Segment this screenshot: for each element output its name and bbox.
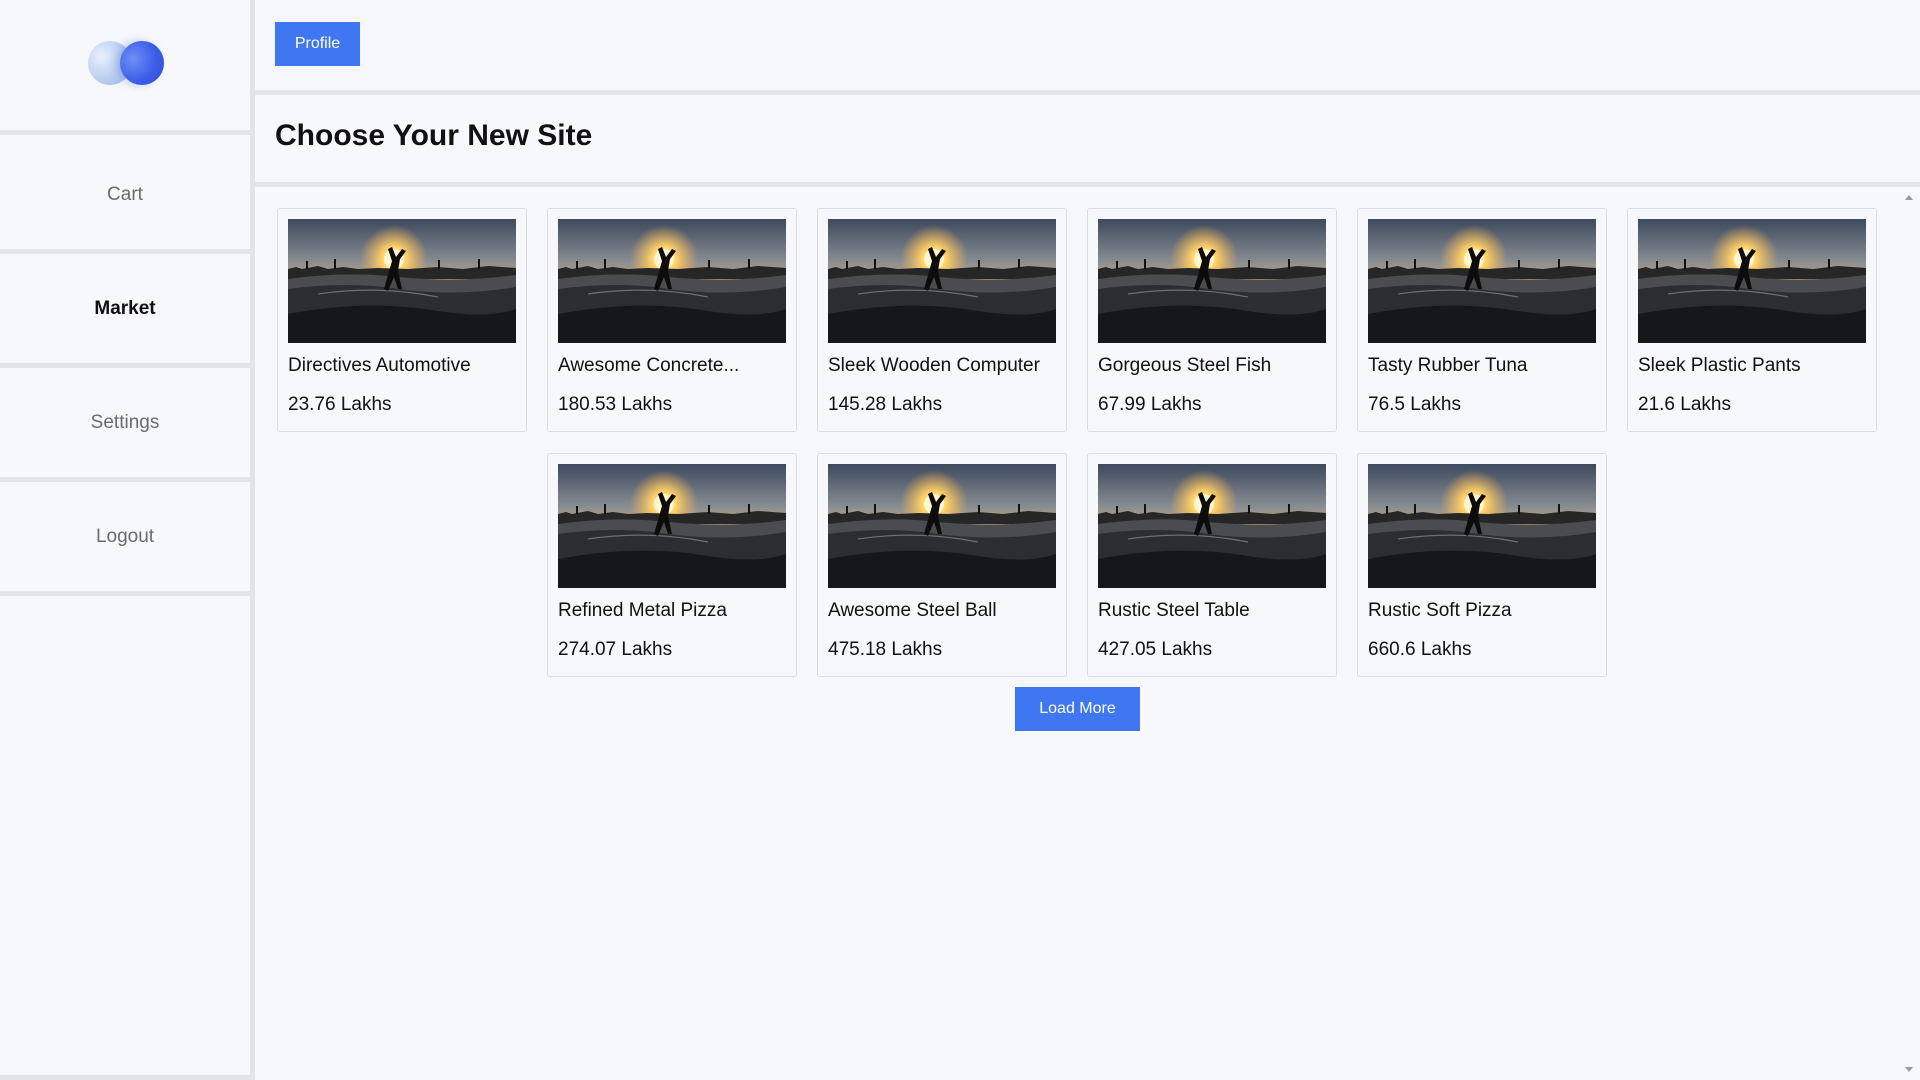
site-thumbnail [828, 464, 1056, 588]
site-card[interactable]: Awesome Steel Ball 475.18 Lakhs [817, 453, 1067, 677]
site-name: Directives Automotive [288, 355, 471, 376]
site-card[interactable]: Awesome Concrete... 180.53 Lakhs [547, 208, 797, 432]
sidebar-divider-bottom [0, 1075, 250, 1080]
sidebar-item-market[interactable]: Market [0, 254, 250, 368]
logo-icon[interactable] [88, 41, 164, 85]
site-name: Rustic Steel Table [1098, 600, 1250, 621]
sidebar-item-logout[interactable]: Logout [0, 482, 250, 596]
site-name: Awesome Steel Ball [828, 600, 997, 621]
logo-area [0, 0, 250, 135]
profile-button[interactable]: Profile [275, 22, 360, 66]
site-name: Rustic Soft Pizza [1368, 600, 1512, 621]
site-price: 23.76 Lakhs [288, 394, 392, 415]
site-name: Tasty Rubber Tuna [1368, 355, 1528, 376]
sidebar: Cart Market Settings Logout [0, 0, 255, 1080]
site-name: Awesome Concrete... [558, 355, 740, 376]
site-name: Gorgeous Steel Fish [1098, 355, 1272, 376]
site-grid: Directives Automotive 23.76 Lakhs Awesom… [255, 187, 1898, 1080]
site-thumbnail [558, 464, 786, 588]
site-thumbnail [1098, 219, 1326, 343]
site-card[interactable]: Rustic Soft Pizza 660.6 Lakhs [1357, 453, 1607, 677]
app: Cart Market Settings Logout Profile Choo… [0, 0, 1920, 1080]
site-name: Sleek Plastic Pants [1638, 355, 1801, 376]
site-thumbnail [558, 219, 786, 343]
site-thumbnail [1098, 464, 1326, 588]
site-price: 660.6 Lakhs [1368, 639, 1472, 660]
site-price: 76.5 Lakhs [1368, 394, 1461, 415]
scroll-up-arrow-icon[interactable] [1905, 195, 1913, 200]
site-thumbnail [1368, 219, 1596, 343]
site-thumbnail [1368, 464, 1596, 588]
site-price: 180.53 Lakhs [558, 394, 673, 415]
topbar: Profile [255, 0, 1920, 95]
site-name: Refined Metal Pizza [558, 600, 727, 621]
site-card[interactable]: Directives Automotive 23.76 Lakhs [277, 208, 527, 432]
site-card[interactable]: Refined Metal Pizza 274.07 Lakhs [547, 453, 797, 677]
site-card[interactable]: Sleek Plastic Pants 21.6 Lakhs [1627, 208, 1877, 432]
sidebar-item-cart[interactable]: Cart [0, 140, 250, 254]
logo-circle-dark [120, 41, 164, 85]
site-name: Sleek Wooden Computer [828, 355, 1040, 376]
site-card[interactable]: Rustic Steel Table 427.05 Lakhs [1087, 453, 1337, 677]
site-price: 21.6 Lakhs [1638, 394, 1731, 415]
site-price: 67.99 Lakhs [1098, 394, 1202, 415]
scroll-down-arrow-icon[interactable] [1905, 1067, 1913, 1072]
load-more-button[interactable]: Load More [1015, 687, 1140, 731]
site-price: 427.05 Lakhs [1098, 639, 1213, 660]
page-title: Choose Your New Site [275, 119, 593, 152]
site-card[interactable]: Gorgeous Steel Fish 67.99 Lakhs [1087, 208, 1337, 432]
site-thumbnail [288, 219, 516, 343]
page-header: Choose Your New Site [255, 95, 1920, 187]
site-thumbnail [828, 219, 1056, 343]
site-thumbnail [1638, 219, 1866, 343]
content-scrollbar[interactable] [1898, 187, 1920, 1080]
sidebar-item-settings[interactable]: Settings [0, 368, 250, 482]
site-card[interactable]: Sleek Wooden Computer 145.28 Lakhs [817, 208, 1067, 432]
site-price: 274.07 Lakhs [558, 639, 673, 660]
site-price: 145.28 Lakhs [828, 394, 943, 415]
site-price: 475.18 Lakhs [828, 639, 943, 660]
site-card[interactable]: Tasty Rubber Tuna 76.5 Lakhs [1357, 208, 1607, 432]
